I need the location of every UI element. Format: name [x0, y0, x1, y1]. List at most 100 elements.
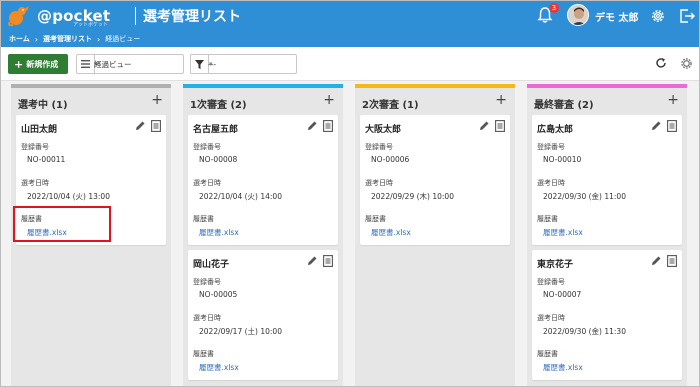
gear-icon[interactable] [649, 7, 667, 25]
view-select[interactable]: 経過ビュー ▾ [76, 54, 184, 74]
screening-date-label: 選考日時 [21, 179, 49, 187]
registration-label: 登録番号 [193, 143, 221, 151]
filter-select-value: --- [208, 59, 217, 69]
logout-icon[interactable] [678, 7, 696, 25]
document-icon[interactable] [323, 255, 333, 267]
kangaroo-logo-icon [8, 6, 29, 27]
add-card-button[interactable]: + [495, 92, 507, 108]
column-title: 2次審査 (1) [362, 100, 419, 111]
candidate-card[interactable]: 東京花子 登録番号 NO-00007 選考日時 2022/09/30 (金) 1… [532, 250, 682, 380]
document-icon[interactable] [667, 120, 677, 132]
notification-badge: 3 [549, 3, 559, 13]
candidate-name: 岡山花子 [193, 260, 230, 270]
document-icon[interactable] [667, 255, 677, 267]
pencil-icon[interactable] [135, 120, 146, 131]
candidate-name: 山田太朗 [21, 125, 58, 135]
breadcrumb-home[interactable]: ホーム [9, 34, 30, 44]
logo-subtext: アットポケット [73, 22, 109, 28]
user-photo-icon [568, 5, 588, 25]
screening-date-label: 選考日時 [193, 314, 221, 322]
user-name[interactable]: デモ 太郎 [595, 9, 638, 24]
candidate-name: 名古屋五郎 [193, 125, 239, 135]
column-title: 1次審査 (2) [190, 100, 247, 111]
add-card-button[interactable]: + [667, 92, 679, 108]
registration-number: NO-00010 [543, 155, 582, 164]
resume-link[interactable]: 履歴書.xlsx [371, 227, 411, 238]
chevron-right-icon: › [34, 34, 38, 44]
new-record-button[interactable]: + 新規作成 [8, 54, 68, 74]
toolbar: + 新規作成 経過ビュー ▾ --- ▾ [1, 47, 699, 81]
column-final-review: 最終審査 (2) + 広島太郎 登録番号 NO-00010 選考日時 2022/… [527, 84, 687, 386]
app-header: @pocket アットポケット 選考管理リスト 3 デモ 太郎 [1, 1, 699, 31]
app-window: @pocket アットポケット 選考管理リスト 3 デモ 太郎 ホーム › 選考… [0, 0, 700, 387]
plus-icon: + [14, 57, 24, 71]
registration-label: 登録番号 [537, 278, 565, 286]
new-record-label: 新規作成 [26, 59, 59, 69]
candidate-name: 東京花子 [537, 260, 574, 270]
resume-label: 履歴書 [537, 350, 558, 358]
resume-label: 履歴書 [193, 215, 214, 223]
screening-date-label: 選考日時 [193, 179, 221, 187]
screening-date-label: 選考日時 [537, 314, 565, 322]
view-select-value: 経過ビュー [94, 59, 132, 69]
highlight-box [13, 206, 111, 242]
resume-label: 履歴書 [193, 350, 214, 358]
candidate-name: 大阪太郎 [365, 125, 402, 135]
registration-number: NO-00007 [543, 290, 582, 299]
registration-label: 登録番号 [21, 143, 49, 151]
candidate-card[interactable]: 広島太郎 登録番号 NO-00010 選考日時 2022/09/30 (金) 1… [532, 115, 682, 245]
column-header: 1次審査 (2) + [183, 88, 343, 114]
breadcrumb-list[interactable]: 選考管理リスト [43, 34, 92, 44]
column-header: 2次審査 (1) + [355, 88, 515, 114]
registration-label: 登録番号 [193, 278, 221, 286]
column-title: 最終審査 (2) [534, 100, 594, 111]
registration-number: NO-00006 [371, 155, 410, 164]
pencil-icon[interactable] [651, 120, 662, 131]
avatar[interactable] [567, 4, 589, 26]
screening-date-label: 選考日時 [537, 179, 565, 187]
resume-link[interactable]: 履歴書.xlsx [199, 227, 239, 238]
refresh-icon[interactable] [655, 57, 667, 69]
column-header: 選考中 (1) + [11, 88, 171, 114]
resume-link[interactable]: 履歴書.xlsx [543, 227, 583, 238]
pencil-icon[interactable] [479, 120, 490, 131]
column-header: 最終審査 (2) + [527, 88, 687, 114]
candidate-card[interactable]: 岡山花子 登録番号 NO-00005 選考日時 2022/09/17 (土) 1… [188, 250, 338, 380]
pencil-icon[interactable] [307, 255, 318, 266]
page-title: 選考管理リスト [143, 9, 241, 25]
registration-number: NO-00011 [27, 155, 66, 164]
screening-date: 2022/09/29 (木) 10:00 [371, 192, 454, 201]
pencil-icon[interactable] [307, 120, 318, 131]
registration-number: NO-00005 [199, 290, 238, 299]
document-icon[interactable] [495, 120, 505, 132]
screening-date: 2022/10/04 (火) 14:00 [199, 192, 282, 201]
screening-date: 2022/10/04 (火) 13:00 [27, 192, 110, 201]
add-card-button[interactable]: + [323, 92, 335, 108]
resume-label: 履歴書 [365, 215, 386, 223]
resume-link[interactable]: 履歴書.xlsx [543, 362, 583, 373]
filter-select[interactable]: --- ▾ [190, 54, 297, 74]
candidate-name: 広島太郎 [537, 125, 574, 135]
settings-icon[interactable] [680, 57, 693, 70]
candidate-card[interactable]: 名古屋五郎 登録番号 NO-00008 選考日時 2022/10/04 (火) … [188, 115, 338, 245]
breadcrumb: ホーム › 選考管理リスト › 経過ビュー [1, 31, 699, 47]
screening-date: 2022/09/17 (土) 10:00 [199, 327, 282, 336]
candidate-card[interactable]: 大阪太郎 登録番号 NO-00006 選考日時 2022/09/29 (木) 1… [360, 115, 510, 245]
pencil-icon[interactable] [651, 255, 662, 266]
screening-date: 2022/09/30 (金) 11:30 [543, 327, 626, 336]
breadcrumb-current: 経過ビュー [105, 35, 141, 43]
column-title: 選考中 (1) [18, 100, 68, 111]
screening-date-label: 選考日時 [365, 179, 393, 187]
column-second-review: 2次審査 (1) + 大阪太郎 登録番号 NO-00006 選考日時 2022/… [355, 84, 515, 386]
column-first-review: 1次審査 (2) + 名古屋五郎 登録番号 NO-00008 選考日時 2022… [183, 84, 343, 386]
chevron-right-icon: › [97, 34, 101, 44]
title-divider [135, 7, 136, 25]
resume-label: 履歴書 [537, 215, 558, 223]
registration-label: 登録番号 [365, 143, 393, 151]
document-icon[interactable] [151, 120, 161, 132]
screening-date: 2022/09/30 (金) 11:00 [543, 192, 626, 201]
registration-label: 登録番号 [537, 143, 565, 151]
add-card-button[interactable]: + [151, 92, 163, 108]
document-icon[interactable] [323, 120, 333, 132]
resume-link[interactable]: 履歴書.xlsx [199, 362, 239, 373]
